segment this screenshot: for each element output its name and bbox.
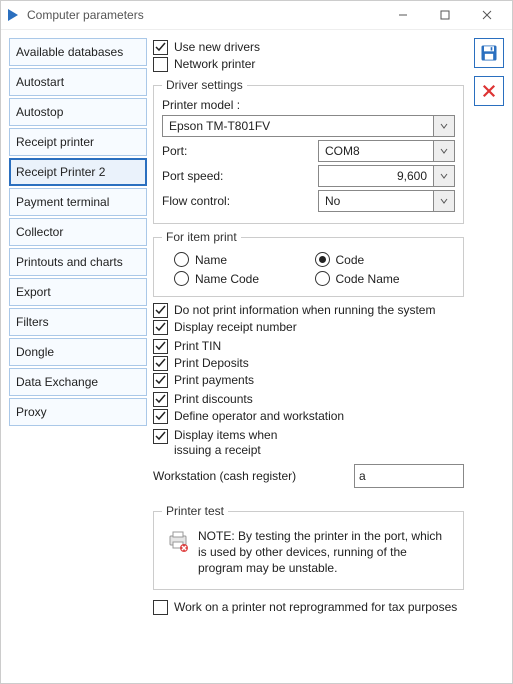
- sidebar-item-label: Receipt Printer 2: [16, 165, 105, 179]
- printer-model-select[interactable]: Epson TM-T801FV: [162, 115, 455, 137]
- sidebar-item-filters[interactable]: Filters: [9, 308, 147, 336]
- radio-name-code[interactable]: Name Code: [174, 271, 303, 286]
- port-speed-label: Port speed:: [162, 169, 312, 183]
- checkbox-label: Print payments: [174, 373, 254, 388]
- sidebar: Available databases Autostart Autostop R…: [9, 38, 147, 428]
- print-tin-checkbox[interactable]: Print TIN: [153, 339, 464, 354]
- sidebar-item-label: Collector: [16, 225, 63, 239]
- checkbox-label: Display items whenissuing a receipt: [174, 428, 277, 458]
- for-item-print-group: For item print Name Code Name Code Code …: [153, 230, 464, 297]
- app-icon: [5, 7, 21, 23]
- sidebar-item-export[interactable]: Export: [9, 278, 147, 306]
- define-operator-checkbox[interactable]: Define operator and workstation: [153, 409, 464, 424]
- sidebar-item-label: Receipt printer: [16, 135, 94, 149]
- port-select[interactable]: COM8: [318, 140, 455, 162]
- radio-code[interactable]: Code: [315, 252, 444, 267]
- use-new-drivers-checkbox[interactable]: Use new drivers: [153, 40, 464, 55]
- sidebar-item-label: Autostart: [16, 75, 64, 89]
- radio-label: Code: [336, 253, 365, 267]
- print-payments-checkbox[interactable]: Print payments: [153, 373, 464, 388]
- checkbox-label: Network printer: [174, 57, 255, 72]
- workstation-input[interactable]: a: [354, 464, 464, 488]
- printer-model-label: Printer model :: [162, 98, 455, 112]
- select-value: No: [318, 190, 433, 212]
- checkbox-label: Do not print information when running th…: [174, 303, 435, 318]
- sidebar-item-label: Available databases: [16, 45, 123, 59]
- sidebar-item-data-exchange[interactable]: Data Exchange: [9, 368, 147, 396]
- sidebar-item-payment-terminal[interactable]: Payment terminal: [9, 188, 147, 216]
- workstation-label: Workstation (cash register): [153, 469, 348, 483]
- chevron-down-icon: [433, 190, 455, 212]
- checkbox-label: Work on a printer not reprogrammed for t…: [174, 600, 457, 615]
- main-panel: Use new drivers Network printer Driver s…: [153, 38, 468, 617]
- checkbox-label: Use new drivers: [174, 40, 260, 55]
- no-info-checkbox[interactable]: Do not print information when running th…: [153, 303, 464, 318]
- print-discounts-checkbox[interactable]: Print discounts: [153, 392, 464, 407]
- save-button[interactable]: [474, 38, 504, 68]
- sidebar-item-available-databases[interactable]: Available databases: [9, 38, 147, 66]
- sidebar-item-label: Filters: [16, 315, 49, 329]
- checkbox-label: Print TIN: [174, 339, 221, 354]
- port-speed-select[interactable]: 9,600: [318, 165, 455, 187]
- display-items-checkbox[interactable]: Display items whenissuing a receipt: [153, 428, 464, 458]
- maximize-button[interactable]: [424, 3, 466, 27]
- display-receipt-number-checkbox[interactable]: Display receipt number: [153, 320, 464, 335]
- cancel-button[interactable]: [474, 76, 504, 106]
- sidebar-item-label: Data Exchange: [16, 375, 98, 389]
- driver-settings-group: Driver settings Printer model : Epson TM…: [153, 78, 464, 224]
- sidebar-item-dongle[interactable]: Dongle: [9, 338, 147, 366]
- port-label: Port:: [162, 144, 312, 158]
- close-button[interactable]: [466, 3, 508, 27]
- chevron-down-icon: [433, 165, 455, 187]
- sidebar-item-label: Autostop: [16, 105, 63, 119]
- minimize-button[interactable]: [382, 3, 424, 27]
- sidebar-item-autostop[interactable]: Autostop: [9, 98, 147, 126]
- printer-test-group: Printer test NOTE: By testing the printe…: [153, 504, 464, 590]
- chevron-down-icon: [433, 115, 455, 137]
- sidebar-item-receipt-printer[interactable]: Receipt printer: [9, 128, 147, 156]
- flow-control-label: Flow control:: [162, 194, 312, 208]
- select-value: 9,600: [318, 165, 433, 187]
- work-on-printer-checkbox[interactable]: Work on a printer not reprogrammed for t…: [153, 600, 464, 615]
- sidebar-item-printouts-and-charts[interactable]: Printouts and charts: [9, 248, 147, 276]
- select-value: COM8: [318, 140, 433, 162]
- sidebar-item-label: Export: [16, 285, 51, 299]
- sidebar-item-collector[interactable]: Collector: [9, 218, 147, 246]
- group-legend: Driver settings: [162, 78, 247, 92]
- select-value: Epson TM-T801FV: [162, 115, 433, 137]
- printer-test-icon[interactable]: [166, 528, 190, 552]
- sidebar-item-label: Proxy: [16, 405, 47, 419]
- radio-label: Name: [195, 253, 227, 267]
- titlebar: Computer parameters: [1, 1, 512, 30]
- input-value: a: [359, 469, 366, 483]
- checkbox-label: Display receipt number: [174, 320, 297, 335]
- checkbox-label: Define operator and workstation: [174, 409, 344, 424]
- sidebar-item-label: Printouts and charts: [16, 255, 123, 269]
- radio-name[interactable]: Name: [174, 252, 303, 267]
- sidebar-item-autostart[interactable]: Autostart: [9, 68, 147, 96]
- sidebar-item-receipt-printer-2[interactable]: Receipt Printer 2: [9, 158, 147, 186]
- print-deposits-checkbox[interactable]: Print Deposits: [153, 356, 464, 371]
- checkbox-label: Print Deposits: [174, 356, 249, 371]
- network-printer-checkbox[interactable]: Network printer: [153, 57, 464, 72]
- sidebar-item-label: Dongle: [16, 345, 54, 359]
- tool-column: [474, 38, 504, 106]
- flow-control-select[interactable]: No: [318, 190, 455, 212]
- radio-label: Name Code: [195, 272, 259, 286]
- group-legend: For item print: [162, 230, 241, 244]
- sidebar-item-label: Payment terminal: [16, 195, 109, 209]
- sidebar-item-proxy[interactable]: Proxy: [9, 398, 147, 426]
- radio-code-name[interactable]: Code Name: [315, 271, 444, 286]
- window-title: Computer parameters: [27, 8, 382, 22]
- printer-test-note: NOTE: By testing the printer in the port…: [198, 528, 451, 577]
- radio-label: Code Name: [336, 272, 400, 286]
- chevron-down-icon: [433, 140, 455, 162]
- group-legend: Printer test: [162, 504, 228, 518]
- checkbox-label: Print discounts: [174, 392, 253, 407]
